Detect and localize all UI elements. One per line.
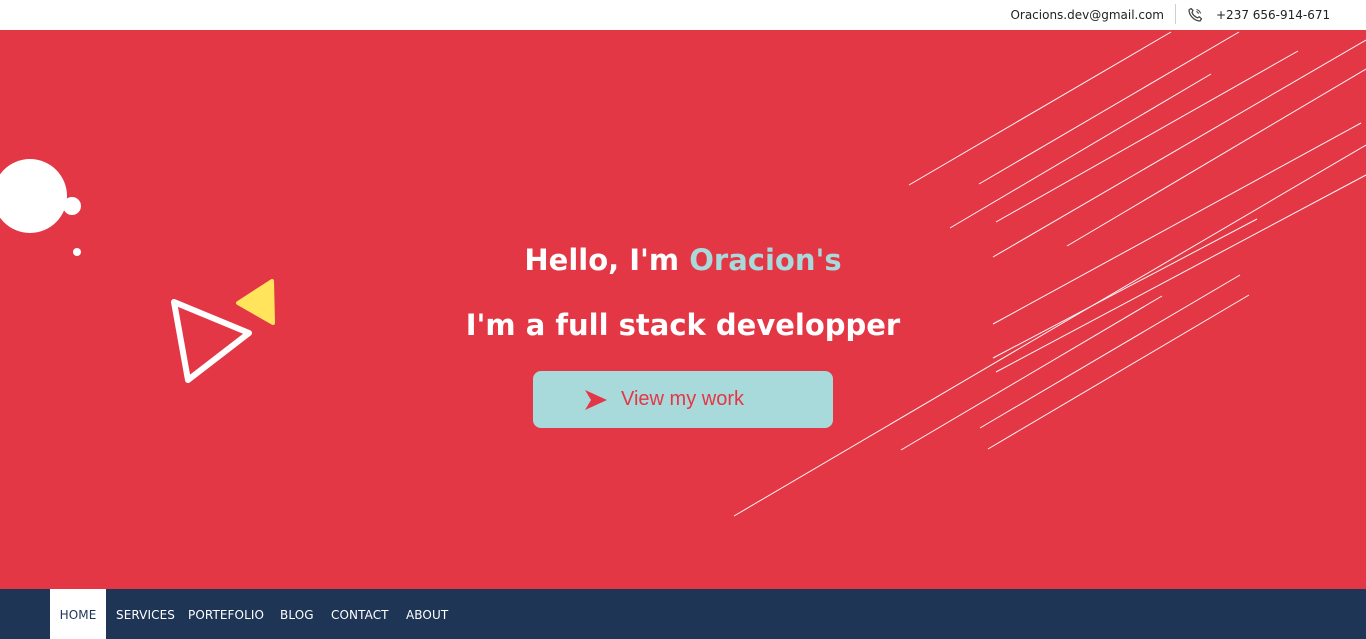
nav-item-blog[interactable]: BLOG <box>280 589 314 639</box>
view-my-work-button[interactable]: View my work <box>533 371 833 428</box>
contact-email[interactable]: Oracions.dev@gmail.com <box>1010 8 1164 22</box>
top-contact-bar: Oracions.dev@gmail.com +237 656-914-671 <box>0 0 1366 30</box>
main-navigation: HOME SERVICES PORTEFOLIO BLOG CONTACT AB… <box>0 589 1366 639</box>
nav-item-portefolio[interactable]: PORTEFOLIO <box>188 589 264 639</box>
phone-icon <box>1187 7 1203 23</box>
hero-section: Hello, I'm Oracion's I'm a full stack de… <box>0 30 1366 589</box>
nav-item-home[interactable]: HOME <box>50 589 106 639</box>
contact-phone[interactable]: +237 656-914-671 <box>1216 8 1330 22</box>
hero-tagline: I'm a full stack developper <box>465 308 901 342</box>
nav-item-services[interactable]: SERVICES <box>116 589 175 639</box>
nav-item-about[interactable]: ABOUT <box>406 589 448 639</box>
topbar-divider <box>1175 4 1176 24</box>
view-my-work-label: View my work <box>621 388 744 410</box>
greeting-prefix: Hello, I'm <box>524 243 690 277</box>
nav-item-contact[interactable]: CONTACT <box>331 589 389 639</box>
decor-circle-small <box>63 197 81 215</box>
arrow-right-icon <box>583 389 609 411</box>
greeting-name: Oracion's <box>689 243 842 277</box>
decor-circle-large <box>0 159 67 233</box>
hero-greeting: Hello, I'm Oracion's <box>0 242 1366 278</box>
